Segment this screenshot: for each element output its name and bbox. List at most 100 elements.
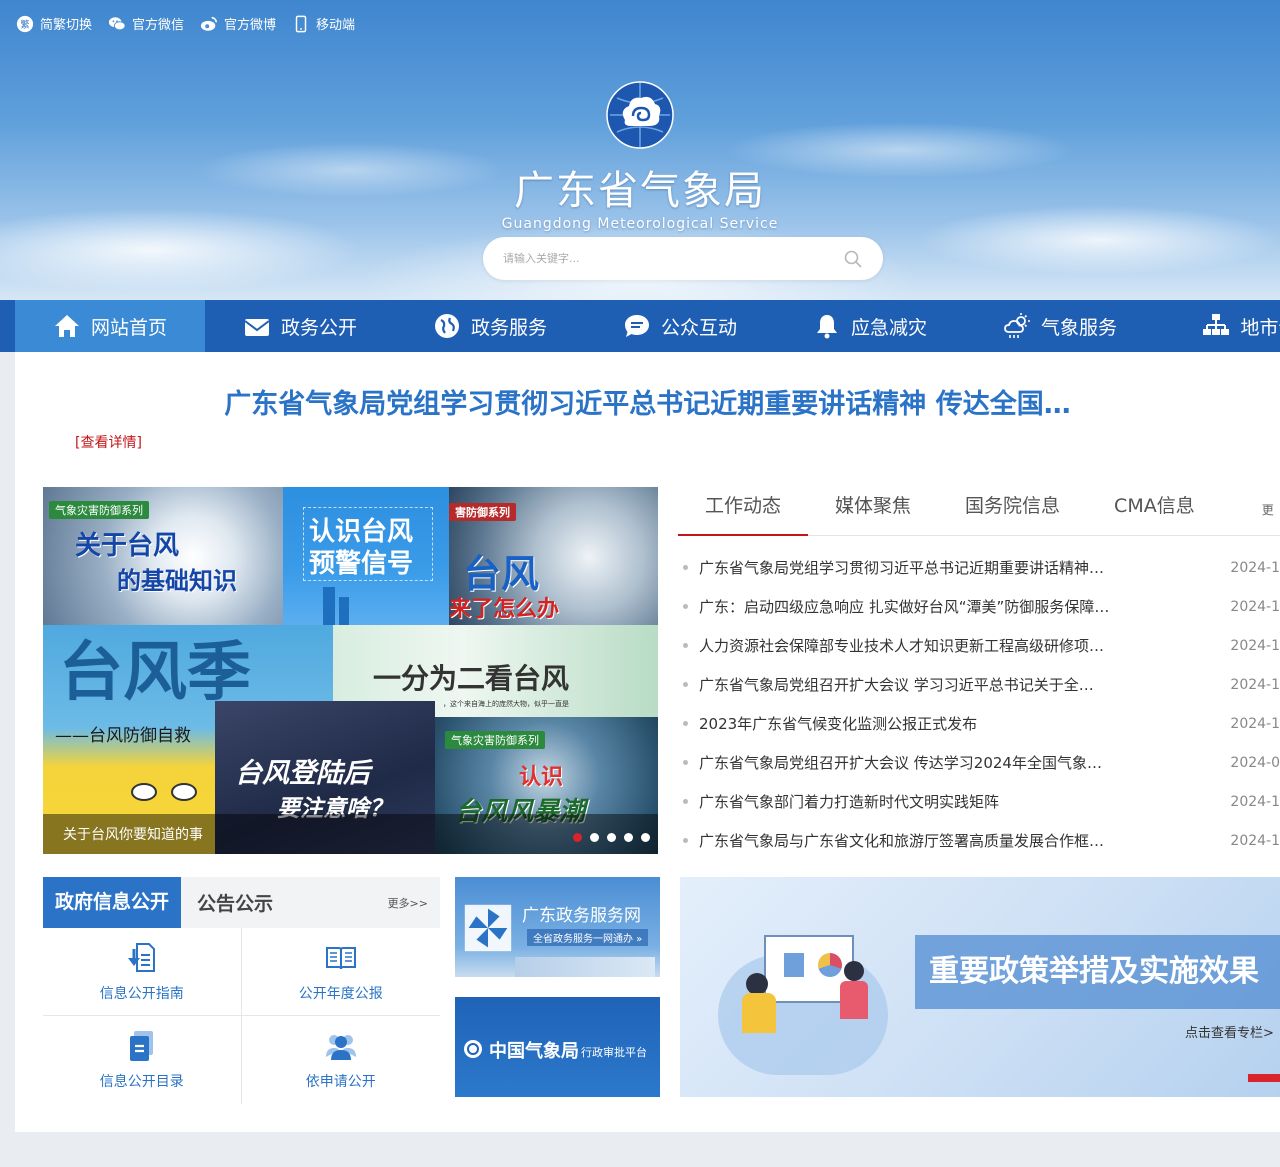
tile-text: 台风登陆后	[235, 758, 370, 789]
list-item[interactable]: 广东省气象局与广东省文化和旅游厅签署高质量发展合作框… 2024-1	[678, 821, 1280, 860]
news-title: 广东省气象部门着力打造新时代文明实践矩阵	[699, 793, 1000, 811]
list-item[interactable]: 广东省气象局党组学习贯彻习近平总书记近期重要讲话精神… 2024-1	[678, 548, 1280, 587]
bullet-icon	[683, 760, 688, 765]
topbar-label: 移动端	[316, 18, 356, 33]
header-banner: 繁 简繁切换 官方微信 官方微博 移动端 广东省气象局 Guangdong Me…	[0, 0, 1280, 300]
gov-cell-label: 依申请公开	[305, 1074, 376, 1090]
nav-label: 应急减灾	[850, 316, 927, 339]
news-more-link[interactable]: 更	[1262, 482, 1274, 535]
mail-icon	[244, 319, 270, 336]
news-title: 广东省气象局党组学习贯彻习近平总书记近期重要讲话精神…	[699, 559, 1105, 577]
site-subtitle: Guangdong Meteorological Service	[501, 216, 779, 232]
site-logo[interactable]: 广东省气象局 Guangdong Meteorological Service	[0, 80, 1280, 232]
tab-cma-info[interactable]: CMA信息	[1087, 482, 1222, 536]
wechat-link[interactable]: 官方微信	[108, 14, 184, 33]
mobile-link[interactable]: 移动端	[292, 14, 355, 33]
gov-cell-guide[interactable]: 信息公开指南	[43, 928, 242, 1016]
carousel-dot[interactable]	[641, 833, 650, 842]
news-date: 2024-1	[1230, 676, 1280, 693]
gov-cell-catalog[interactable]: 信息公开目录	[43, 1016, 242, 1104]
tile-text: 的基础知识	[117, 567, 237, 595]
tile-text: 台风	[463, 552, 540, 596]
image-carousel[interactable]: 气象灾害防御系列 关于台风 的基础知识 认识台风 预警信号 害防御系列 台风 来…	[43, 487, 658, 854]
gd-gov-service-banner[interactable]: 广东政务服务网 全省政务服务一网通办 »	[455, 877, 660, 977]
tile-text: ——台风防御自救	[55, 726, 191, 746]
news-date: 2024-1	[1230, 637, 1280, 654]
search-icon[interactable]	[843, 249, 863, 269]
list-item[interactable]: 广东省气象局党组召开扩大会议 学习习近平总书记关于全… 2024-1	[678, 665, 1280, 704]
bullet-icon	[683, 799, 688, 804]
cma-approval-banner[interactable]: 中国气象局 行政审批平台	[455, 997, 660, 1097]
traditional-chinese-toggle[interactable]: 繁 简繁切换	[16, 14, 92, 33]
person-figure	[742, 993, 776, 1033]
policy-banner[interactable]: 重要政策举措及实施效果 点击查看专栏>	[680, 877, 1280, 1097]
nav-label: 网站首页	[90, 316, 167, 339]
bullet-icon	[683, 838, 688, 843]
tile-text: 关于台风	[75, 531, 180, 561]
carousel-caption[interactable]: 关于台风你要知道的事	[63, 824, 203, 844]
nav-label: 气象服务	[1040, 316, 1117, 339]
search-input[interactable]	[503, 252, 843, 265]
tab-announcements[interactable]: 公告公示	[181, 889, 289, 916]
policy-view-link[interactable]: 点击查看专栏>	[1185, 1022, 1274, 1041]
bullet-icon	[683, 682, 688, 687]
topbar-label: 官方微信	[132, 18, 185, 33]
news-list: 广东省气象局党组学习贯彻习近平总书记近期重要讲话精神… 2024-1 广东：启动四…	[678, 548, 1280, 860]
banner-subtitle: 行政审批平台	[581, 1046, 647, 1059]
chat-icon	[624, 315, 649, 337]
carousel-dot[interactable]	[573, 833, 582, 842]
skyline-shape	[515, 957, 655, 977]
gov-cell-annual-report[interactable]: 公开年度公报	[241, 928, 440, 1016]
tile-text: 台风季	[59, 636, 251, 710]
gov-cell-apply[interactable]: 依申请公开	[242, 1016, 441, 1104]
news-title: 人力资源社会保障部专业技术人才知识更新工程高级研修项…	[699, 637, 1105, 655]
tab-state-council[interactable]: 国务院信息	[938, 482, 1087, 536]
weibo-link[interactable]: 官方微博	[200, 14, 276, 33]
gov-more-link[interactable]: 更多>>	[388, 895, 428, 911]
list-item[interactable]: 2023年广东省气候变化监测公报正式发布 2024-1	[678, 704, 1280, 743]
list-item[interactable]: 广东省气象局党组召开扩大会议 传达学习2024年全国气象… 2024-0	[678, 743, 1280, 782]
person-figure	[746, 973, 768, 995]
list-item[interactable]: 人力资源社会保障部专业技术人才知识更新工程高级研修项… 2024-1	[678, 626, 1280, 665]
news-date: 2024-1	[1230, 559, 1280, 576]
headline-text: 广东省气象局党组学习贯彻习近平总书记近期重要讲话精神 传达全国…	[224, 389, 1071, 420]
svg-text:繁: 繁	[20, 18, 29, 30]
nav-label: 政务服务	[470, 316, 547, 339]
nav-item-cities[interactable]: 地市气	[1155, 300, 1280, 352]
cma-emblem-icon	[606, 81, 674, 149]
site-title: 广东省气象局	[514, 168, 766, 214]
series-tag: 气象灾害防御系列	[49, 501, 149, 519]
main-content: 广东省气象局党组学习贯彻习近平总书记近期重要讲话精神 传达全国… [查看详情] …	[15, 352, 1280, 1132]
tab-work-news[interactable]: 工作动态	[678, 482, 809, 536]
carousel-dot[interactable]	[590, 833, 599, 842]
news-date: 2024-1	[1230, 793, 1280, 810]
list-item[interactable]: 广东：启动四级应急响应 扎实做好台风“潭美”防御服务保障… 2024-1	[678, 587, 1280, 626]
news-title: 广东省气象局党组召开扩大会议 学习习近平总书记关于全…	[699, 676, 1094, 694]
nav-item-gov-services[interactable]: 政务服务	[395, 300, 585, 352]
book-icon	[325, 946, 356, 969]
carousel-dot[interactable]	[624, 833, 633, 842]
tab-gov-info-disclosure[interactable]: 政府信息公开	[43, 877, 182, 928]
nav-item-public-interaction[interactable]: 公众互动	[585, 300, 775, 352]
tab-media-focus[interactable]: 媒体聚焦	[808, 482, 938, 536]
nav-item-gov-affairs[interactable]: 政务公开	[205, 300, 395, 352]
nav-item-weather-services[interactable]: 气象服务	[965, 300, 1155, 352]
bullet-icon	[683, 604, 688, 609]
topbar-label: 简繁切换	[40, 18, 93, 33]
gov-info-header: 政府信息公开 公告公示 更多>>	[43, 877, 440, 928]
nav-item-home[interactable]: 网站首页	[15, 300, 205, 352]
banner-title: 中国气象局	[489, 1041, 579, 1062]
view-details-link[interactable]: [查看详情]	[75, 432, 142, 452]
news-title: 广东：启动四级应急响应 扎实做好台风“潭美”防御服务保障…	[699, 598, 1110, 616]
nav-item-emergency[interactable]: 应急减灾	[775, 300, 965, 352]
gov-info-grid: 信息公开指南 公开年度公报 信息公开目录 依申请公开	[43, 928, 440, 1104]
carousel-dots	[573, 833, 650, 842]
tile-text: 认识	[519, 765, 564, 790]
tile-text: 来了怎么办	[449, 597, 560, 622]
carousel-dot[interactable]	[607, 833, 616, 842]
cma-small-icon	[464, 1040, 482, 1058]
home-icon	[54, 315, 79, 337]
headline-news[interactable]: 广东省气象局党组学习贯彻习近平总书记近期重要讲话精神 传达全国…	[15, 382, 1280, 421]
list-item[interactable]: 广东省气象部门着力打造新时代文明实践矩阵 2024-1	[678, 782, 1280, 821]
sitemap-icon	[1203, 314, 1230, 335]
